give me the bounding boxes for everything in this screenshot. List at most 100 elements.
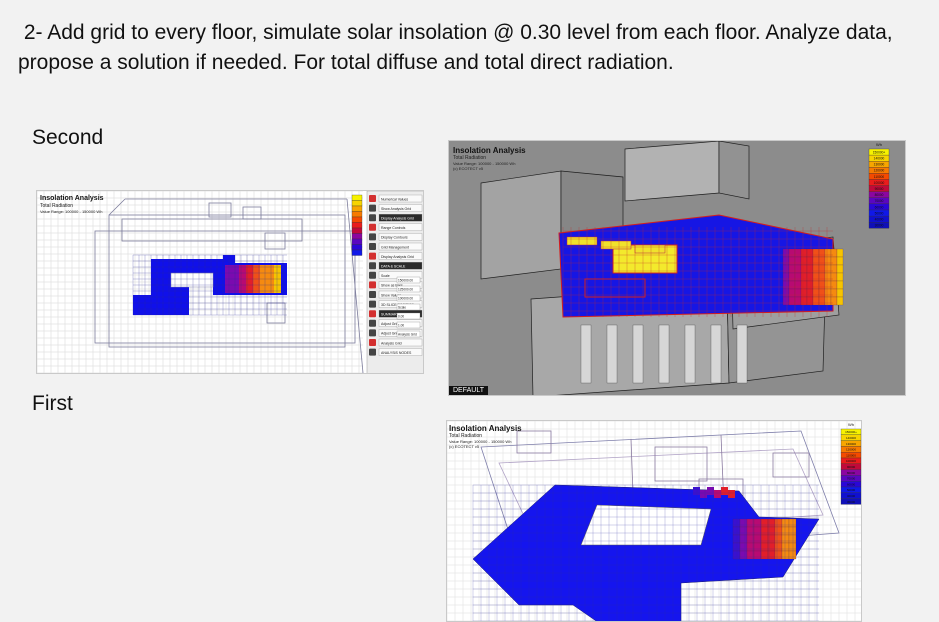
panel-icon[interactable]	[369, 310, 376, 318]
heat-cell	[732, 550, 741, 560]
top-right-analysis-view: Wh 150000+ 140000 130000 120000 110000 100000 9…	[449, 141, 905, 395]
legend-value: 90000	[847, 465, 856, 469]
legend-value: 40000	[875, 217, 884, 221]
panel-value-text: 125000.00	[398, 288, 413, 292]
legend-value: 100000	[846, 459, 856, 463]
heat-cell	[732, 542, 741, 552]
legend-value: 90000	[875, 187, 884, 191]
heat-cell	[732, 526, 741, 536]
panel-icon[interactable]	[369, 223, 376, 231]
panel-value-text: 0.00	[398, 315, 404, 319]
legend-value: 130000	[874, 163, 885, 167]
second-floor-analysis-view: Numerical Values Show Analysis Grid Displa…	[37, 191, 423, 373]
heat-cell	[788, 550, 797, 560]
status-tag: DEFAULT	[449, 386, 488, 395]
legend-value: 70000	[847, 477, 856, 481]
heat-cell	[800, 256, 808, 266]
panel-value-text: Analysis Grid	[398, 333, 417, 337]
heat-cell	[760, 534, 769, 544]
legend-value: 50000	[847, 488, 856, 492]
heat-cell	[788, 280, 796, 290]
mini-range-second: Value Range: 100000 - 150000 Wh	[40, 209, 103, 214]
heat-cell	[774, 534, 783, 544]
panel-label: Display Contours	[381, 236, 408, 240]
first-floor-analysis-view: Wh 150000+ 140000 130000 120000110000 100000 9…	[447, 421, 861, 621]
heat-cell	[812, 272, 820, 282]
legend-value: 50000	[875, 211, 884, 215]
legend-value: 110000	[846, 453, 856, 457]
panel-icon[interactable]	[369, 262, 376, 270]
legend-value: 140000	[846, 436, 856, 440]
panel-value-text: 1.00	[398, 324, 404, 328]
legend-value: 100000	[874, 181, 885, 185]
heat-cell	[806, 256, 814, 266]
panel-icon[interactable]	[369, 319, 376, 327]
panel-icon[interactable]	[369, 271, 376, 279]
heat-cell	[800, 264, 808, 274]
panel-icon[interactable]	[369, 329, 376, 337]
mini-date-top-right: (c) ECOTECT v5	[453, 166, 484, 171]
heat-cell	[788, 534, 797, 544]
heat-cell	[800, 296, 808, 306]
panel-icon[interactable]	[369, 243, 376, 250]
heat-cell	[836, 288, 844, 298]
panel-label: Scale	[381, 274, 390, 278]
legend-value: 30000	[847, 500, 856, 504]
heat-cell	[830, 256, 838, 266]
legend-value: 40000	[847, 494, 856, 498]
legend-value: 30000	[875, 224, 884, 228]
panel-icon[interactable]	[369, 233, 376, 241]
heat-cell	[782, 248, 790, 258]
panel-label: Show Analysis Grid	[381, 207, 411, 211]
heat-cell	[818, 288, 826, 298]
heat-cell	[774, 526, 783, 536]
heat-cell	[739, 550, 748, 560]
legend-value: 80000	[847, 471, 856, 475]
panel-value-text: 100000.00	[398, 297, 413, 301]
panel-icon[interactable]	[369, 339, 376, 346]
heat-cell	[788, 542, 797, 552]
panel-icon[interactable]	[369, 204, 376, 212]
heat-cell	[788, 264, 796, 274]
mini-title-top-right: Insolation Analysis	[453, 146, 526, 155]
legend-swatch	[351, 249, 363, 256]
heat-cell	[806, 248, 814, 258]
panel-label: ANALYSIS NODES	[381, 351, 412, 355]
heat-cell	[714, 490, 721, 498]
panel-icon[interactable]	[369, 291, 376, 298]
heat-cell	[774, 542, 783, 552]
panel-label: Numerical Values	[381, 197, 408, 201]
heat-cell	[739, 542, 748, 552]
heat-cell	[830, 248, 838, 258]
panel-icon[interactable]	[369, 195, 376, 202]
heat-cell	[781, 550, 790, 560]
heat-cell	[818, 272, 826, 282]
heat-cell	[818, 248, 826, 258]
heat-cell	[788, 296, 796, 306]
heat-cell	[788, 518, 797, 528]
heat-cell	[794, 256, 802, 266]
heat-cell	[782, 272, 790, 282]
heat-cell	[794, 264, 802, 274]
heat-cell	[794, 296, 802, 306]
heat-cell	[830, 264, 838, 274]
mini-title-first: Insolation Analysis	[449, 424, 522, 433]
heat-cell	[824, 296, 832, 306]
screenshot-top-right: Wh 150000+ 140000 130000 120000 110000 100000 9…	[448, 140, 906, 396]
heat-cell	[760, 542, 769, 552]
heat-cell	[774, 518, 783, 528]
panel-icon[interactable]	[369, 281, 376, 289]
heat-cell	[788, 288, 796, 298]
heat-cell	[700, 490, 707, 498]
panel-icon[interactable]	[369, 300, 376, 308]
panel-icon[interactable]	[369, 214, 376, 222]
heat-cell	[830, 288, 838, 298]
slide: 2- Add grid to every floor, simulate sol…	[0, 0, 939, 622]
panel-icon[interactable]	[369, 252, 376, 260]
panel-icon[interactable]	[369, 348, 376, 356]
heat-cell	[824, 264, 832, 274]
panel-label: DATA & SCALE	[381, 265, 406, 269]
panel-value-text: Scale	[398, 306, 406, 310]
heat-cell	[836, 272, 844, 282]
heat-cell	[739, 534, 748, 544]
